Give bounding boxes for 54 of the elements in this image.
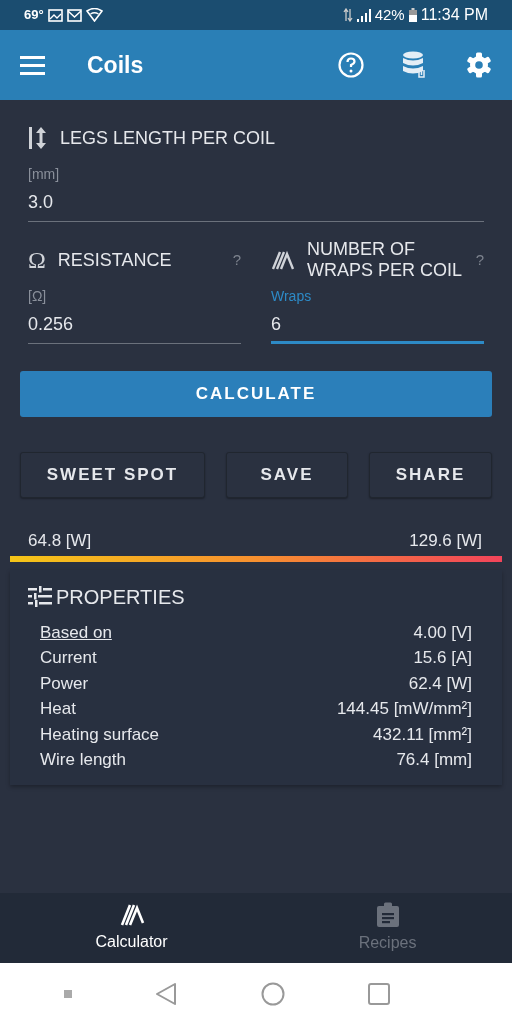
clipboard-icon [375,901,400,928]
property-value: 76.4 [mm] [396,749,472,771]
recents-icon[interactable] [368,982,391,1005]
property-label: Heat [40,698,76,720]
image-icon [47,8,63,22]
based-on-link[interactable]: Based on [40,619,112,645]
back-icon[interactable] [155,981,178,1006]
clock: 11:34 PM [420,5,488,25]
battery-percent: 42% [374,4,405,25]
input-field[interactable]: 0.256 [28,307,241,344]
property-label: Power [40,672,89,695]
coil-icon [118,902,145,927]
calculate-button[interactable]: CALCULATE [20,371,492,417]
mail-icon [66,8,82,22]
field-label: NUMBER OF WRAPS PER COIL [307,239,464,281]
property-value: 15.6 [A] [413,647,472,669]
property-value: 62.4 [W] [408,672,472,695]
property-value: 432.11 [mm²] [373,723,472,746]
property-label: Wire length [40,749,126,771]
action-button[interactable]: SAVE [226,452,348,498]
max-power: 129.6 [W] [409,530,482,552]
input-field[interactable]: 6 [271,307,484,344]
property-label: Heating surface [40,723,160,746]
min-power: 64.8 [W] [28,530,92,552]
unit-label: [mm] [28,165,61,184]
coil-icon [271,250,295,270]
menu-icon[interactable] [20,55,45,75]
field-label: LEGS LENGTH PER COIL [60,127,276,149]
battery-icon [408,8,417,22]
omega-symbol: Ω [28,248,46,272]
unit-label: [Ω] [28,287,48,306]
field-label: RESISTANCE [57,249,172,271]
properties-title: PROPERTIES [56,584,185,610]
help-mark[interactable]: ? [475,248,484,272]
nav-tab[interactable]: Calculator [0,893,264,963]
signal-icon [356,8,371,22]
screen-title: Coils [87,50,144,80]
action-button[interactable]: SHARE [369,452,492,498]
home-icon[interactable] [260,981,285,1006]
input-field[interactable]: 3.0 [28,185,484,222]
help-icon[interactable] [338,52,364,78]
sliders-icon [28,585,52,608]
length-arrows-icon [28,126,48,150]
property-value: 144.45 [mW/mm²] [336,698,472,720]
data-transfer-icon [342,8,353,22]
wifi-icon [85,8,103,22]
property-label: Current [40,647,97,669]
property-value: 4.00 [V] [413,621,472,644]
sweet-spot-button[interactable]: SWEET SPOT [20,452,205,498]
temperature: 69° [24,6,44,25]
floating-label: Wraps [271,287,313,306]
database-icon[interactable] [402,51,428,79]
help-mark[interactable]: ? [232,248,241,272]
settings-icon[interactable] [466,52,492,78]
